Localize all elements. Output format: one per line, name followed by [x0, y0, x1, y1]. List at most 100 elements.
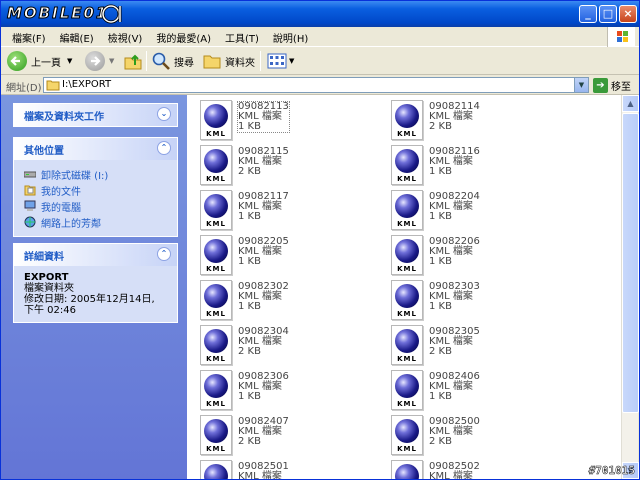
kml-badge: KML: [397, 310, 417, 318]
my-computer-icon: [24, 200, 36, 211]
file-info: 09082406 KML 檔案 1 KB: [429, 372, 480, 402]
details-header[interactable]: 詳細資料 ⌃: [14, 244, 177, 266]
menu-view[interactable]: 檢視(V): [101, 27, 150, 48]
file-item[interactable]: KML 09082406 KML 檔案 1 KB: [382, 367, 562, 411]
back-dropdown-icon[interactable]: ▼: [67, 57, 72, 65]
kml-file-icon: KML: [391, 325, 423, 365]
place-my-documents[interactable]: 我的文件: [24, 182, 167, 198]
views-button[interactable]: ▼: [267, 50, 294, 72]
file-item[interactable]: KML 09082407 KML 檔案 2 KB: [191, 412, 371, 456]
up-folder-button[interactable]: [123, 50, 143, 72]
menu-help[interactable]: 說明(H): [266, 27, 315, 48]
maximize-button[interactable]: □: [599, 5, 617, 23]
globe-icon: [204, 239, 228, 263]
file-item[interactable]: KML 09082113 KML 檔案 1 KB: [191, 97, 371, 141]
file-item[interactable]: KML 09082115 KML 檔案 2 KB: [191, 142, 371, 186]
file-size: 2 KB: [429, 121, 452, 132]
menu-edit[interactable]: 編輯(E): [53, 27, 101, 48]
kml-file-icon: KML: [391, 100, 423, 140]
go-button[interactable]: ➔ 移至: [593, 77, 631, 93]
kml-badge: KML: [206, 265, 226, 273]
globe-icon: [395, 149, 419, 173]
file-info: 09082204 KML 檔案 1 KB: [429, 192, 480, 222]
globe-icon: [395, 464, 419, 479]
menu-file[interactable]: 檔案(F): [5, 27, 53, 48]
menu-favorites[interactable]: 我的最愛(A): [149, 27, 218, 48]
views-dropdown-icon[interactable]: ▼: [289, 57, 294, 65]
kml-badge: KML: [397, 220, 417, 228]
file-item[interactable]: KML 09082305 KML 檔案 2 KB: [382, 322, 562, 366]
kml-file-icon: KML: [391, 190, 423, 230]
panel-title: 詳細資料: [24, 252, 64, 263]
file-item[interactable]: KML 09082502KML 檔案: [382, 457, 562, 479]
kml-badge: KML: [206, 355, 226, 363]
place-network[interactable]: 網路上的芳鄰: [24, 214, 167, 230]
vertical-scrollbar[interactable]: ▲ ▼: [621, 95, 639, 479]
address-value: I:\EXPORT: [62, 79, 112, 90]
watermark-stamp: #701015: [588, 464, 635, 478]
collapse-chevron-icon[interactable]: ⌃: [157, 247, 171, 261]
globe-icon: [204, 149, 228, 173]
file-size: 1 KB: [238, 391, 261, 402]
file-item[interactable]: KML 09082204 KML 檔案 1 KB: [382, 187, 562, 231]
file-size: 1 KB: [429, 256, 452, 267]
expand-chevron-icon[interactable]: ⌄: [157, 107, 171, 121]
folders-button[interactable]: 資料夾: [202, 50, 255, 72]
my-documents-icon: [24, 185, 36, 196]
back-arrow-icon: [7, 51, 27, 71]
collapse-chevron-icon[interactable]: ⌃: [157, 141, 171, 155]
file-info: 09082114 KML 檔案 2 KB: [429, 102, 480, 132]
file-item[interactable]: KML 09082500 KML 檔案 2 KB: [382, 412, 562, 456]
file-item[interactable]: KML 09082116 KML 檔案 1 KB: [382, 142, 562, 186]
other-places-header[interactable]: 其他位置 ⌃: [14, 138, 177, 160]
kml-file-icon: KML: [391, 280, 423, 320]
removable-disk-icon: [24, 171, 36, 178]
file-item[interactable]: KML 09082302 KML 檔案 1 KB: [191, 277, 371, 321]
mobile01-logo: MOBILE01: [6, 4, 109, 23]
file-folder-tasks-header[interactable]: 檔案及資料夾工作 ⌄: [14, 104, 177, 126]
file-size: 1 KB: [429, 211, 452, 222]
address-dropdown-icon[interactable]: ▼: [574, 78, 588, 92]
globe-icon: [395, 419, 419, 443]
file-size: 2 KB: [429, 436, 452, 447]
close-button[interactable]: ×: [619, 5, 637, 23]
forward-button[interactable]: ▼: [85, 50, 114, 72]
address-input[interactable]: I:\EXPORT ▼: [43, 77, 589, 93]
file-info: 09082500 KML 檔案 2 KB: [429, 417, 480, 447]
globe-icon: [395, 284, 419, 308]
title-bar[interactable]: MOBILE01 _ □ ×: [1, 1, 639, 27]
file-item[interactable]: KML 09082303 KML 檔案 1 KB: [382, 277, 562, 321]
folders-icon: [203, 55, 221, 69]
globe-icon: [395, 329, 419, 353]
search-button[interactable]: 搜尋: [151, 50, 194, 72]
scroll-up-button[interactable]: ▲: [622, 95, 639, 112]
file-item[interactable]: KML 09082306 KML 檔案 1 KB: [191, 367, 371, 411]
file-size: 1 KB: [429, 301, 452, 312]
file-item[interactable]: KML 09082501KML 檔案: [191, 457, 371, 479]
file-info: 09082205 KML 檔案 1 KB: [238, 237, 289, 267]
back-button[interactable]: 上一頁 ▼: [7, 50, 72, 72]
place-removable-disk[interactable]: 卸除式磁碟 (I:): [24, 166, 167, 182]
kml-badge: KML: [397, 175, 417, 183]
file-info: 09082502 KML 檔案: [429, 462, 480, 480]
kml-badge: KML: [206, 445, 226, 453]
file-item[interactable]: KML 09082205 KML 檔案 1 KB: [191, 232, 371, 276]
file-info: 09082501 KML 檔案: [238, 462, 289, 480]
network-places-icon: [24, 216, 36, 228]
scroll-thumb[interactable]: [622, 113, 639, 413]
forward-dropdown-icon[interactable]: ▼: [109, 57, 114, 65]
menu-tools[interactable]: 工具(T): [218, 27, 266, 48]
details-name: EXPORT: [24, 272, 69, 283]
kml-file-icon: KML: [391, 235, 423, 275]
file-info: 09082302 KML 檔案 1 KB: [238, 282, 289, 312]
file-item[interactable]: KML 09082206 KML 檔案 1 KB: [382, 232, 562, 276]
minimize-button[interactable]: _: [579, 5, 597, 23]
kml-badge: KML: [206, 220, 226, 228]
file-item[interactable]: KML 09082114 KML 檔案 2 KB: [382, 97, 562, 141]
file-item[interactable]: KML 09082304 KML 檔案 2 KB: [191, 322, 371, 366]
place-my-computer[interactable]: 我的電腦: [24, 198, 167, 214]
globe-icon: [395, 104, 419, 128]
file-item[interactable]: KML 09082117 KML 檔案 1 KB: [191, 187, 371, 231]
kml-file-icon: KML: [200, 370, 232, 410]
file-info: 09082115 KML 檔案 2 KB: [238, 147, 289, 177]
